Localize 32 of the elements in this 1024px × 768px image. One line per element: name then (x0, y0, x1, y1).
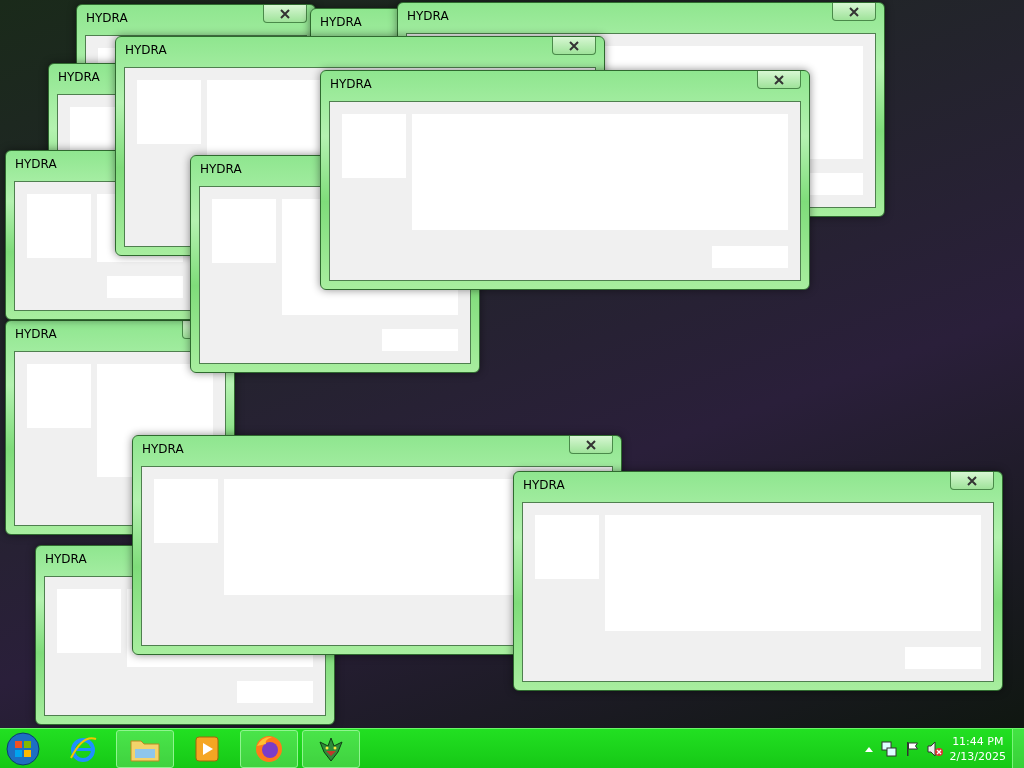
close-button[interactable] (569, 436, 613, 454)
close-button[interactable] (552, 37, 596, 55)
clock-date: 2/13/2025 (949, 748, 1006, 764)
close-icon (848, 6, 860, 17)
close-button[interactable] (832, 3, 876, 21)
close-button[interactable] (757, 71, 801, 89)
close-button[interactable] (263, 5, 307, 23)
fox-globe-icon (254, 733, 284, 764)
window-title: HYDRA (15, 327, 57, 342)
window-title: HYDRA (407, 9, 449, 24)
taskbar-button[interactable] (302, 729, 360, 768)
clock-time: 11:44 PM (951, 733, 1005, 749)
close-icon (279, 8, 291, 19)
window-title: HYDRA (200, 162, 242, 177)
window-title: HYDRA (125, 43, 167, 58)
close-icon (966, 475, 978, 486)
close-button[interactable] (950, 472, 994, 490)
window-title: HYDRA (86, 11, 128, 26)
window-title: HYDRA (523, 478, 565, 493)
window-title: HYDRA (58, 70, 100, 85)
window-title: HYDRA (330, 77, 372, 92)
window-title: HYDRA (320, 15, 362, 30)
close-icon (568, 40, 580, 51)
muted-speaker-icon (925, 740, 944, 757)
window-title: HYDRA (142, 442, 184, 457)
window-title: HYDRA (15, 157, 57, 172)
close-icon (773, 74, 785, 85)
play-icon (194, 734, 220, 763)
network-icon (879, 739, 898, 758)
taskbar-button[interactable] (240, 729, 298, 768)
close-icon (585, 439, 597, 450)
window-title: HYDRA (45, 552, 87, 567)
